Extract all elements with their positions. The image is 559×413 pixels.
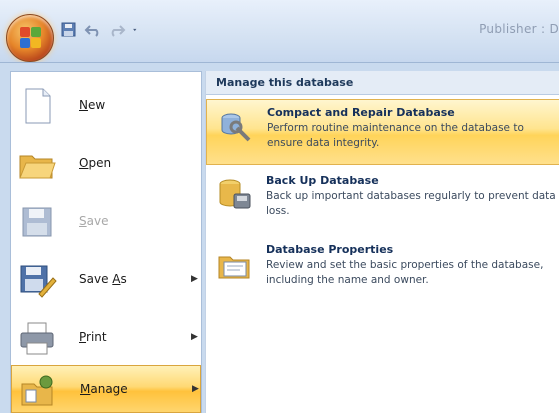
save-disk-icon <box>22 207 52 237</box>
new-document-icon <box>25 88 51 124</box>
compact-repair-item[interactable]: Compact and Repair Database Perform rout… <box>206 99 559 165</box>
menu-item-label: Print <box>79 330 107 344</box>
title-bar: Publisher : D <box>0 0 559 62</box>
office-menu: New Open Save Save As ▶ Print ▶ Manage ▶… <box>0 62 559 413</box>
file-menu-commands: New Open Save Save As ▶ Print ▶ Manage ▶ <box>10 71 202 413</box>
menu-item-label: Save As <box>79 272 127 286</box>
compact-repair-icon <box>221 113 251 142</box>
menu-item-print[interactable]: Print ▶ <box>11 310 201 368</box>
quick-access-toolbar <box>60 20 142 40</box>
window-title: Publisher : D <box>479 22 559 36</box>
item-title: Back Up Database <box>266 174 379 187</box>
menu-item-save-as[interactable]: Save As ▶ <box>11 252 201 310</box>
database-properties-item[interactable]: Database Properties Review and set the b… <box>206 237 559 303</box>
customize-qat-icon[interactable] <box>132 22 142 38</box>
submenu-arrow-icon: ▶ <box>191 332 198 342</box>
save-as-icon <box>20 265 57 298</box>
menu-item-save[interactable]: Save <box>11 194 201 252</box>
undo-icon[interactable] <box>84 22 102 38</box>
office-button[interactable] <box>6 14 54 62</box>
menu-item-new[interactable]: New <box>11 78 201 136</box>
save-icon[interactable] <box>60 22 78 38</box>
printer-icon <box>20 322 54 355</box>
open-folder-icon <box>19 155 56 179</box>
office-logo-icon <box>20 27 42 49</box>
submenu-arrow-icon: ▶ <box>192 384 199 394</box>
menu-item-label: Save <box>79 214 109 228</box>
menu-item-label: Open <box>79 156 112 170</box>
submenu-header: Manage this database <box>206 71 559 95</box>
backup-database-icon <box>219 179 251 209</box>
item-description: Back up important databases regularly to… <box>266 190 556 217</box>
backup-database-item[interactable]: Back Up Database Back up important datab… <box>206 168 559 234</box>
menu-item-open[interactable]: Open <box>11 136 201 194</box>
item-title: Database Properties <box>266 243 394 256</box>
database-properties-icon <box>218 256 250 279</box>
redo-icon[interactable] <box>108 22 126 38</box>
item-description: Review and set the basic properties of t… <box>266 259 544 286</box>
manage-icon <box>21 375 53 406</box>
menu-item-manage[interactable]: Manage ▶ <box>11 365 201 413</box>
item-title: Compact and Repair Database <box>267 106 455 119</box>
item-description: Perform routine maintenance on the datab… <box>267 122 524 149</box>
menu-item-label: New <box>79 98 106 112</box>
menu-item-label: Manage <box>80 382 128 396</box>
submenu-arrow-icon: ▶ <box>191 274 198 284</box>
manage-submenu: Manage this database Compact and Repair … <box>205 71 559 413</box>
